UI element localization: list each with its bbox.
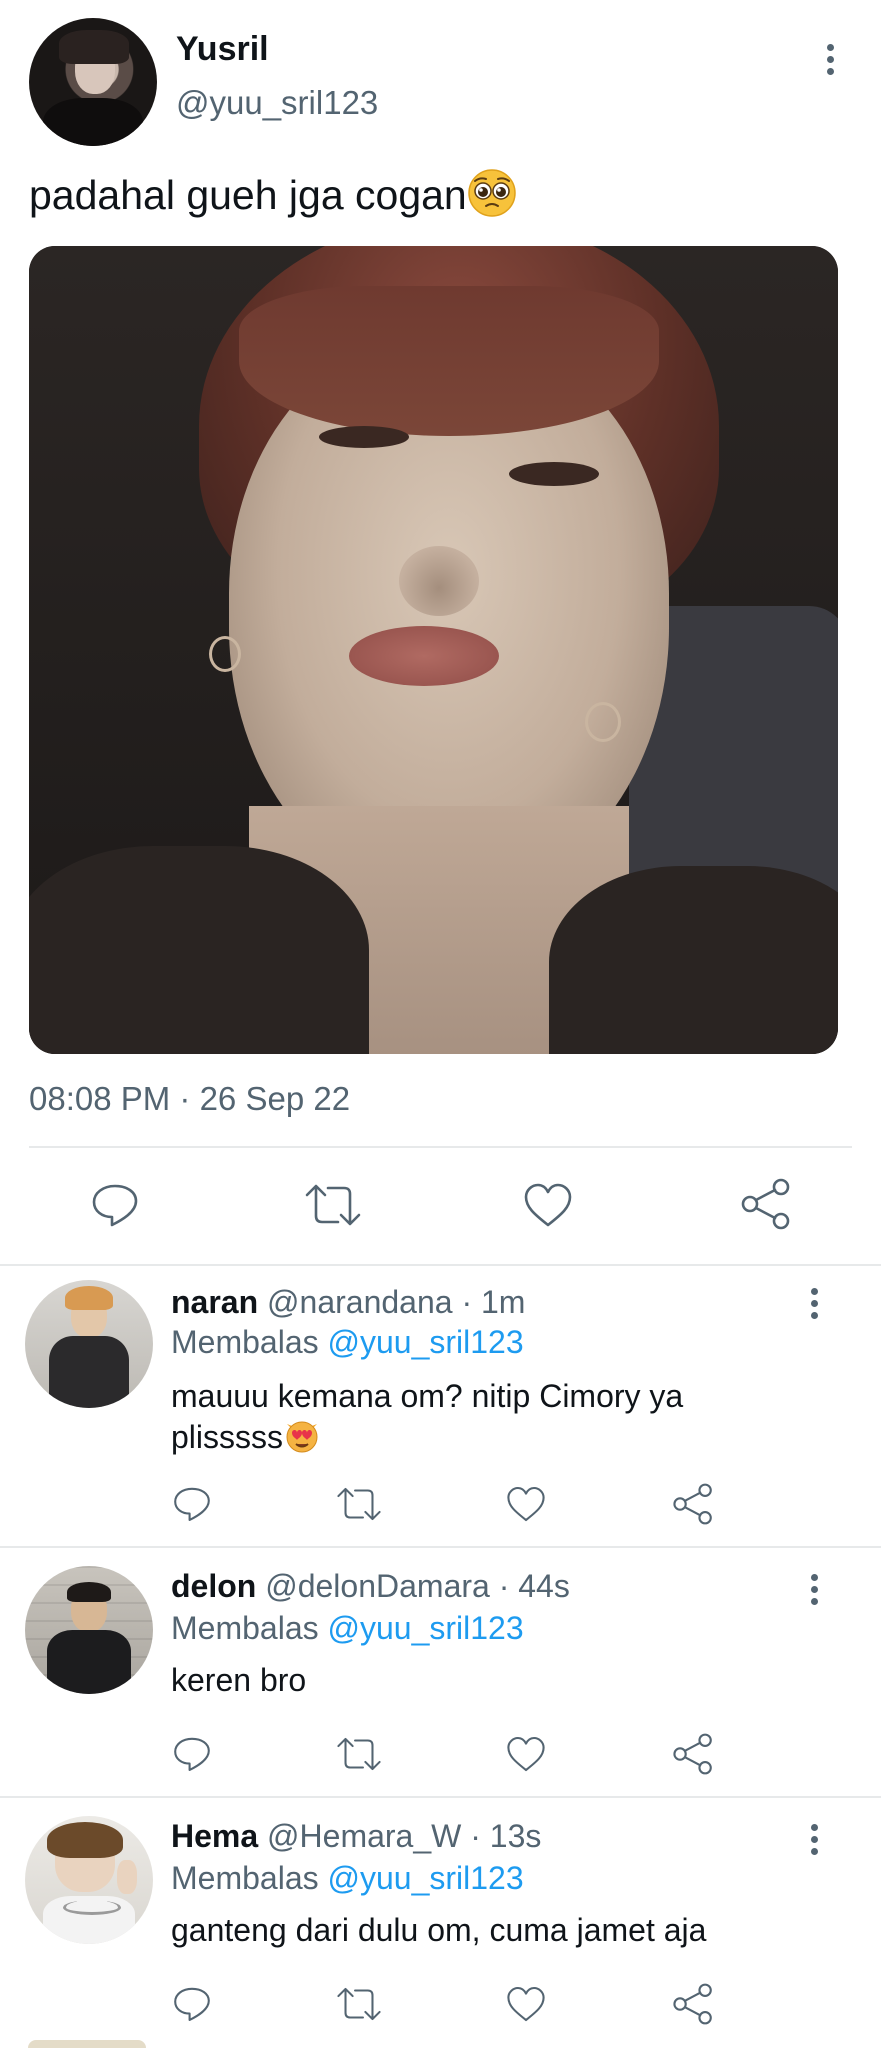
reply-time: · 44s — [498, 1568, 570, 1604]
avatar[interactable] — [25, 1280, 153, 1408]
replying-label: Membalas — [171, 1860, 319, 1896]
heart-icon — [507, 1736, 545, 1772]
retweet-icon — [305, 1184, 361, 1226]
retweet-button[interactable] — [336, 1734, 382, 1779]
tweet-text: padahal gueh jga cogan — [29, 168, 517, 228]
reply-name[interactable]: delon — [171, 1568, 256, 1604]
reply-icon — [174, 1487, 210, 1522]
like-button[interactable] — [505, 1734, 547, 1779]
replying-to: Membalas @yuu_sril123 — [171, 1324, 524, 1361]
reply-handle[interactable]: @delonDamara — [265, 1568, 490, 1604]
share-icon — [741, 1178, 790, 1230]
more-options-icon[interactable] — [808, 1824, 820, 1855]
reply-button[interactable] — [172, 1984, 212, 2029]
retweet-button[interactable] — [336, 1984, 382, 2029]
pleading-face-icon — [467, 168, 517, 228]
replying-label: Membalas — [171, 1324, 319, 1360]
tweet-photo[interactable] — [29, 246, 838, 1054]
retweet-icon — [337, 1487, 381, 1521]
like-button[interactable] — [522, 1180, 574, 1235]
heart-icon — [507, 1986, 545, 2022]
like-button[interactable] — [505, 1484, 547, 1529]
retweet-button[interactable] — [336, 1484, 382, 1529]
replying-label: Membalas — [171, 1610, 319, 1646]
reply-name[interactable]: naran — [171, 1284, 258, 1320]
reply-handle[interactable]: @Hemara_W — [267, 1818, 461, 1854]
author-handle[interactable]: @yuu_sril123 — [176, 84, 378, 122]
share-button[interactable] — [672, 1483, 714, 1530]
tweet-timestamp: 08:08 PM · 26 Sep 22 — [29, 1080, 351, 1117]
replying-to-link[interactable]: @yuu_sril123 — [328, 1324, 524, 1360]
share-icon — [673, 1483, 712, 1525]
more-options-icon[interactable] — [824, 44, 836, 75]
replying-to: Membalas @yuu_sril123 — [171, 1610, 524, 1647]
avatar[interactable] — [28, 2040, 146, 2048]
share-icon — [673, 1983, 712, 2025]
reply-text: ganteng dari dulu om, cuma jamet aja — [171, 1912, 707, 1948]
reply-header: Hema @Hemara_W · 13s — [171, 1818, 541, 1855]
tweet-text-content: padahal gueh jga cogan — [29, 171, 467, 218]
reply-button[interactable] — [90, 1180, 140, 1235]
retweet-button[interactable] — [304, 1180, 362, 1235]
heart-icon — [507, 1486, 545, 1522]
reply-header: naran @narandana · 1m — [171, 1284, 525, 1321]
share-button[interactable] — [672, 1983, 714, 2030]
reply-icon — [174, 1737, 210, 1772]
replying-to-link[interactable]: @yuu_sril123 — [328, 1860, 524, 1896]
reply-text-content: plisssss — [171, 1418, 284, 1455]
reply-text-line: mauuu kemana om? nitip Cimory ya — [171, 1378, 684, 1414]
more-options-icon[interactable] — [808, 1574, 820, 1605]
reply-icon — [92, 1184, 138, 1227]
heart-eyes-cat-icon — [283, 1416, 321, 1463]
reply-name[interactable]: Hema — [171, 1818, 258, 1854]
reply-time: · 1m — [461, 1284, 526, 1320]
share-button[interactable] — [672, 1733, 714, 1780]
reply-item[interactable]: naran @narandana · 1m Membalas @yuu_sril… — [0, 1266, 881, 1546]
reply-text: keren bro — [171, 1662, 307, 1698]
avatar[interactable] — [25, 1566, 153, 1694]
divider — [29, 1146, 852, 1148]
more-options-icon[interactable] — [808, 1288, 820, 1319]
replying-to-link[interactable]: @yuu_sril123 — [328, 1610, 524, 1646]
reply-header: delon @delonDamara · 44s — [171, 1568, 570, 1605]
reply-text: mauuu kemana om? nitip Cimory ya plissss… — [171, 1376, 683, 1463]
avatar[interactable] — [25, 1816, 153, 1944]
heart-icon — [524, 1183, 572, 1227]
reply-button[interactable] — [172, 1484, 212, 1529]
author-avatar[interactable] — [29, 18, 157, 146]
share-button[interactable] — [740, 1178, 792, 1235]
reply-item[interactable]: Hema @Hemara_W · 13s Membalas @yuu_sril1… — [0, 1798, 881, 2048]
like-button[interactable] — [505, 1984, 547, 2029]
replying-to: Membalas @yuu_sril123 — [171, 1860, 524, 1897]
reply-handle[interactable]: @narandana — [267, 1284, 453, 1320]
reply-icon — [174, 1987, 210, 2022]
reply-button[interactable] — [172, 1734, 212, 1779]
reply-text-line-2: plisssss — [171, 1416, 683, 1463]
reply-item[interactable]: delon @delonDamara · 44s Membalas @yuu_s… — [0, 1548, 881, 1796]
author-name[interactable]: Yusril — [176, 30, 269, 69]
share-icon — [673, 1733, 712, 1775]
retweet-icon — [337, 1737, 381, 1771]
reply-time: · 13s — [470, 1818, 542, 1854]
retweet-icon — [337, 1987, 381, 2021]
